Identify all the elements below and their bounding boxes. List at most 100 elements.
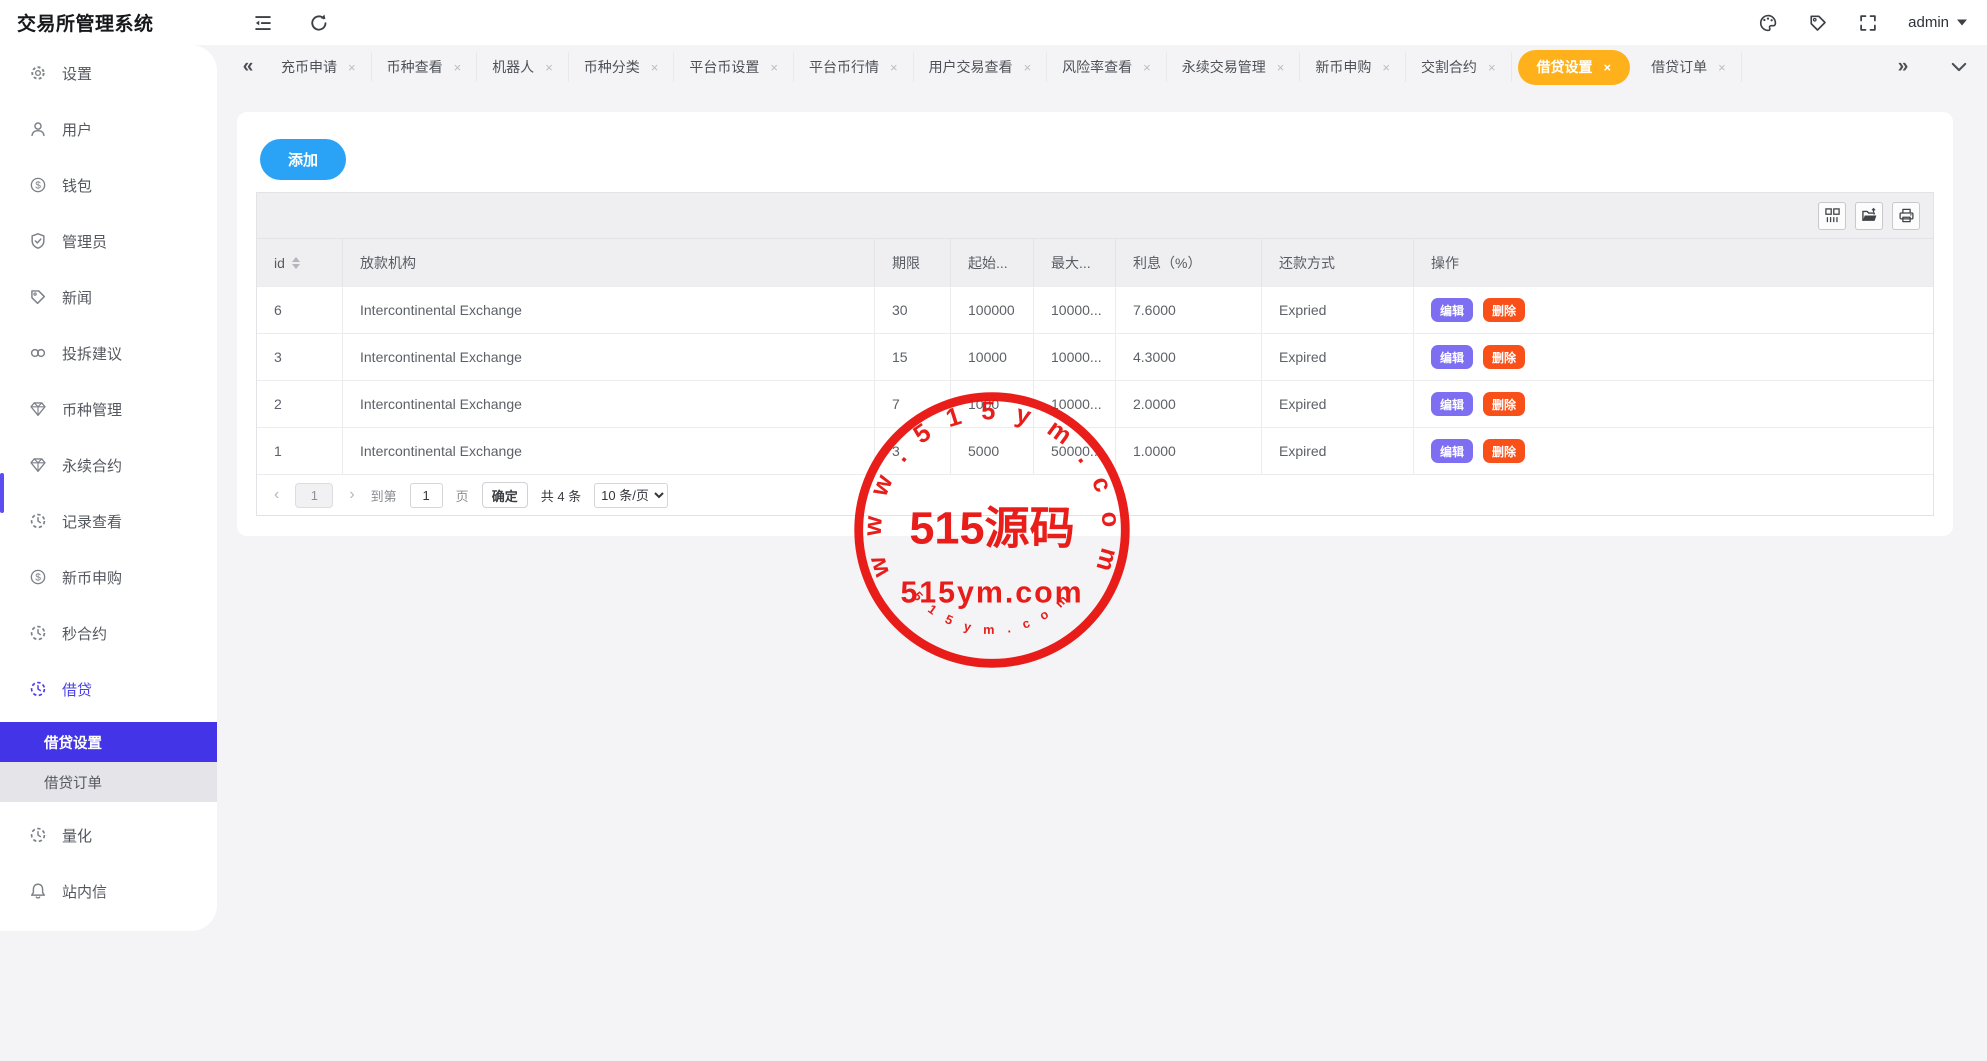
- tab-item[interactable]: 永续交易管理×: [1167, 52, 1301, 82]
- column-header-actions: 操作: [1414, 239, 1933, 286]
- prev-page-button[interactable]: ‹: [271, 486, 282, 504]
- cell-interest: 1.0000: [1116, 427, 1262, 474]
- tab-close-icon[interactable]: ×: [1024, 60, 1032, 75]
- delete-button[interactable]: 删除: [1483, 345, 1525, 369]
- sidebar-item-coin-manage[interactable]: 币种管理: [0, 381, 217, 437]
- table-header-row: id 放款机构 期限 起始... 最大... 利息（%） 还款方式 操作: [257, 239, 1933, 286]
- goto-page-input[interactable]: [410, 483, 443, 508]
- dollar-circle-icon: [29, 568, 47, 586]
- sort-icon[interactable]: [292, 257, 300, 269]
- cell-interest: 7.6000: [1116, 286, 1262, 333]
- cell-actions: 编辑 删除: [1414, 333, 1933, 380]
- sidebar-item-records[interactable]: 记录查看: [0, 493, 217, 549]
- cell-org: Intercontinental Exchange: [343, 380, 875, 427]
- sidebar-item-quant[interactable]: 量化: [0, 807, 217, 863]
- export-icon: [1861, 207, 1878, 224]
- delete-button[interactable]: 删除: [1483, 298, 1525, 322]
- cell-id: 1: [257, 427, 343, 474]
- print-button[interactable]: [1892, 202, 1920, 230]
- current-page-indicator[interactable]: 1: [295, 483, 333, 508]
- refresh-icon[interactable]: [309, 13, 329, 33]
- sidebar-item-settings[interactable]: 设置: [0, 45, 217, 101]
- tab-close-icon[interactable]: ×: [454, 60, 462, 75]
- cell-start: 1000: [951, 380, 1034, 427]
- edit-button[interactable]: 编辑: [1431, 439, 1473, 463]
- user-menu[interactable]: admin: [1908, 14, 1967, 31]
- tab-close-icon[interactable]: ×: [651, 60, 659, 75]
- tab-close-icon[interactable]: ×: [1143, 60, 1151, 75]
- watermark-arc-bottom-text: 5 1 5 y m . c o m: [910, 588, 1074, 637]
- add-button[interactable]: 添加: [260, 139, 346, 180]
- table-row: 6 Intercontinental Exchange 30 100000 10…: [257, 286, 1933, 333]
- edit-button[interactable]: 编辑: [1431, 345, 1473, 369]
- sidebar-item-users[interactable]: 用户: [0, 101, 217, 157]
- edit-button[interactable]: 编辑: [1431, 392, 1473, 416]
- tab-item[interactable]: 币种分类×: [569, 52, 675, 82]
- cell-max: 10000...: [1034, 333, 1116, 380]
- tab-close-icon[interactable]: ×: [1718, 60, 1726, 75]
- edit-button[interactable]: 编辑: [1431, 298, 1473, 322]
- page-size-select[interactable]: 10 条/页: [594, 483, 668, 508]
- timer-icon: [29, 512, 47, 530]
- sidebar-item-wallet[interactable]: 钱包: [0, 157, 217, 213]
- app-window: 交易所管理系统 admin « 充币申请× 币种查看× 机器人× 币种分类× 平…: [0, 0, 1987, 1061]
- tab-close-icon[interactable]: ×: [1488, 60, 1496, 75]
- tab-close-icon[interactable]: ×: [348, 60, 356, 75]
- cell-term: 30: [875, 286, 951, 333]
- cell-start: 10000: [951, 333, 1034, 380]
- sidebar-subitem-lending-settings[interactable]: 借贷设置: [0, 722, 217, 762]
- pagination: ‹ 1 › 到第 页 确定 共 4 条 10 条/页: [257, 474, 1933, 515]
- sidebar-item-perpetual[interactable]: 永续合约: [0, 437, 217, 493]
- sidebar-item-second-contract[interactable]: 秒合约: [0, 605, 217, 661]
- tab-item-active[interactable]: 借贷设置×: [1518, 50, 1631, 85]
- cell-org: Intercontinental Exchange: [343, 286, 875, 333]
- cell-id: 2: [257, 380, 343, 427]
- column-settings-button[interactable]: [1818, 202, 1846, 230]
- sidebar-item-messages[interactable]: 站内信: [0, 863, 217, 919]
- tab-close-icon[interactable]: ×: [1382, 60, 1390, 75]
- tab-item[interactable]: 币种查看×: [372, 52, 478, 82]
- gem-icon: [29, 456, 47, 474]
- cell-id: 6: [257, 286, 343, 333]
- theme-palette-icon[interactable]: [1758, 13, 1778, 33]
- sidebar-scrollbar-thumb[interactable]: [0, 473, 4, 513]
- tab-close-icon[interactable]: ×: [545, 60, 553, 75]
- tab-item[interactable]: 平台币设置×: [674, 52, 794, 82]
- cell-repay: Expried: [1262, 286, 1414, 333]
- tab-item[interactable]: 借贷订单×: [1636, 52, 1742, 82]
- tab-close-icon[interactable]: ×: [1604, 60, 1612, 75]
- caret-down-icon: [1957, 19, 1967, 26]
- tab-close-icon[interactable]: ×: [1277, 60, 1285, 75]
- goto-label: 到第: [371, 486, 397, 505]
- tabs-scroll-right-button[interactable]: »: [1893, 57, 1913, 77]
- table-row: 2 Intercontinental Exchange 7 1000 10000…: [257, 380, 1933, 427]
- tab-item[interactable]: 机器人×: [477, 52, 569, 82]
- tab-item[interactable]: 用户交易查看×: [914, 52, 1048, 82]
- delete-button[interactable]: 删除: [1483, 392, 1525, 416]
- fullscreen-icon[interactable]: [1858, 13, 1878, 33]
- sidebar-item-news[interactable]: 新闻: [0, 269, 217, 325]
- next-page-button[interactable]: ›: [346, 486, 357, 504]
- sidebar: 设置 用户 钱包 管理员 新闻 投拆建议 币种管理 永续合约 记录查看 新币申购…: [0, 45, 217, 931]
- tabs-menu-chevron-icon[interactable]: [1949, 57, 1969, 77]
- collapse-sidebar-icon[interactable]: [253, 13, 273, 33]
- export-button[interactable]: [1855, 202, 1883, 230]
- delete-button[interactable]: 删除: [1483, 439, 1525, 463]
- tab-item[interactable]: 平台币行情×: [794, 52, 914, 82]
- sidebar-item-lending[interactable]: 借贷: [0, 661, 217, 717]
- tab-item[interactable]: 风险率查看×: [1047, 52, 1167, 82]
- confirm-page-button[interactable]: 确定: [482, 482, 528, 508]
- tab-item[interactable]: 新币申购×: [1300, 52, 1406, 82]
- column-header-term: 期限: [875, 239, 951, 286]
- sidebar-item-feedback[interactable]: 投拆建议: [0, 325, 217, 381]
- tabs-scroll-left-button[interactable]: «: [238, 57, 258, 77]
- tab-close-icon[interactable]: ×: [890, 60, 898, 75]
- sidebar-item-new-coin[interactable]: 新币申购: [0, 549, 217, 605]
- tab-item[interactable]: 充币申请×: [266, 52, 372, 82]
- tab-close-icon[interactable]: ×: [770, 60, 778, 75]
- tab-item[interactable]: 交割合约×: [1406, 52, 1512, 82]
- cell-actions: 编辑 删除: [1414, 427, 1933, 474]
- sidebar-subitem-lending-orders[interactable]: 借贷订单: [0, 762, 217, 802]
- tag-icon[interactable]: [1808, 13, 1828, 33]
- sidebar-item-admins[interactable]: 管理员: [0, 213, 217, 269]
